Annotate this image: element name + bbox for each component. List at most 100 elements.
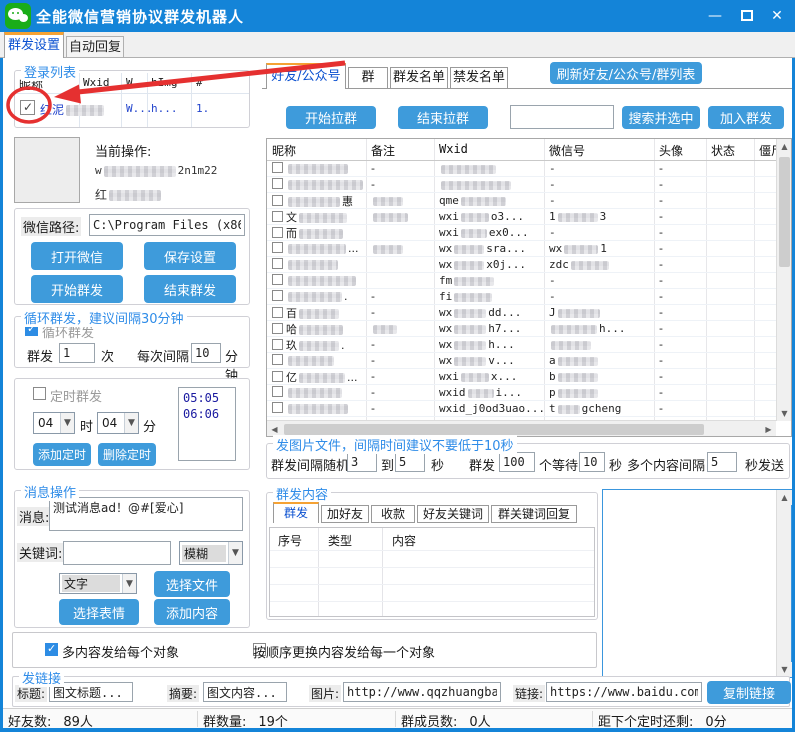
- login-col-himg: hImg: [151, 76, 178, 89]
- scroll-up-icon[interactable]: ▲: [777, 139, 792, 154]
- tab-content-group-keyword[interactable]: 群关键词回复: [491, 505, 577, 523]
- interval-min-input[interactable]: [347, 452, 377, 472]
- add-content-button[interactable]: 添加内容: [154, 599, 230, 625]
- tab-groups[interactable]: 群: [348, 67, 388, 89]
- link-url-input[interactable]: [546, 682, 702, 702]
- friend-row-checkbox[interactable]: [272, 290, 283, 301]
- open-wechat-button[interactable]: 打开微信: [31, 242, 123, 270]
- tab-auto-reply[interactable]: 自动回复: [66, 36, 124, 58]
- minute-select[interactable]: 04▼: [97, 412, 139, 434]
- message-textarea[interactable]: 测试消息ad！@#[爱心]: [49, 497, 243, 531]
- tab-content-add-friend[interactable]: 加好友: [321, 505, 369, 523]
- redacted-blur: [373, 213, 408, 222]
- tab-content-payment[interactable]: 收款: [371, 505, 415, 523]
- timer-list-item[interactable]: 06:06: [183, 406, 231, 422]
- content-col-type: 类型: [328, 532, 352, 549]
- redacted-blur: [441, 181, 511, 190]
- send-count-input[interactable]: [59, 343, 95, 363]
- choose-emoji-button[interactable]: 选择表情: [59, 599, 139, 625]
- scroll-down-icon[interactable]: ▼: [777, 406, 792, 421]
- tab-friends-official[interactable]: 好友/公众号: [266, 63, 346, 89]
- batch-count-input[interactable]: [499, 452, 535, 472]
- redacted-blur: [551, 325, 597, 334]
- vscroll-thumb[interactable]: [779, 157, 790, 267]
- start-pull-group-button[interactable]: 开始拉群: [286, 106, 376, 129]
- friend-row-checkbox[interactable]: [272, 371, 283, 382]
- friend-row-checkbox[interactable]: [272, 195, 283, 206]
- log-vscrollbar[interactable]: ▲ ▼: [776, 490, 791, 677]
- redacted-blur: [454, 357, 486, 366]
- multi-content-checkbox[interactable]: [45, 643, 58, 656]
- hour-select[interactable]: 04▼: [33, 412, 75, 434]
- status-label: 群数量:: [203, 715, 246, 730]
- refresh-lists-button[interactable]: 刷新好友/公众号/群列表: [550, 62, 702, 84]
- close-button[interactable]: ✕: [766, 6, 788, 26]
- delete-timer-button[interactable]: 删除定时: [98, 443, 156, 466]
- redacted-blur: [373, 197, 403, 206]
- content-table-row-line: [270, 567, 595, 568]
- friend-row-checkbox[interactable]: [272, 227, 283, 238]
- keyword-input[interactable]: [63, 541, 171, 565]
- log-textarea[interactable]: ▲ ▼: [602, 489, 792, 678]
- login-account-wxid: W...: [126, 102, 153, 115]
- friend-nickname-cell: [267, 274, 366, 287]
- friend-row-checkbox[interactable]: [272, 339, 283, 350]
- timer-checkbox[interactable]: [33, 387, 46, 400]
- redacted-blur: [288, 244, 346, 254]
- scroll-down-icon[interactable]: ▼: [777, 662, 792, 677]
- batch-wait-input[interactable]: [579, 452, 605, 472]
- tab-banned-list[interactable]: 禁发名单: [450, 67, 508, 89]
- minimize-button[interactable]: —: [704, 6, 726, 26]
- end-pull-group-button[interactable]: 结束拉群: [398, 106, 488, 129]
- tab-content-send[interactable]: 群发: [273, 502, 319, 523]
- friend-row-checkbox[interactable]: [272, 402, 283, 413]
- friend-table-row: wxx0j...zdc-: [267, 257, 778, 273]
- friend-row-checkbox[interactable]: [272, 386, 283, 397]
- match-mode-select[interactable]: 模糊▼: [179, 541, 243, 565]
- login-account-checkbox[interactable]: [20, 100, 35, 115]
- friend-row-checkbox[interactable]: [272, 354, 283, 365]
- friend-nickname-cell: ...: [267, 242, 366, 255]
- maximize-button[interactable]: [741, 10, 753, 21]
- timer-list-item[interactable]: 05:05: [183, 390, 231, 406]
- save-settings-button[interactable]: 保存设置: [144, 242, 236, 270]
- multi-content-input[interactable]: [707, 452, 737, 472]
- friend-wechatid-cell: -: [544, 178, 654, 191]
- choose-file-button[interactable]: 选择文件: [154, 571, 230, 597]
- add-timer-button[interactable]: 添加定时: [33, 443, 91, 466]
- tab-mass-send-settings[interactable]: 群发设置: [4, 32, 64, 58]
- scroll-right-icon[interactable]: ▶: [761, 422, 776, 437]
- friend-row-checkbox[interactable]: [272, 258, 283, 269]
- search-input[interactable]: [510, 105, 614, 129]
- timer-list[interactable]: 05:0506:06: [178, 387, 236, 461]
- friend-row-checkbox[interactable]: [272, 323, 283, 334]
- stop-mass-send-button[interactable]: 结束群发: [144, 275, 236, 303]
- interval-group-title: 发图片文件，间隔时间建议不要低于10秒: [273, 435, 517, 454]
- redacted-blur: [461, 197, 506, 206]
- status-value: 0人: [469, 715, 490, 730]
- content-table-row-line: [270, 584, 595, 585]
- friend-row-checkbox[interactable]: [272, 178, 283, 189]
- search-select-button[interactable]: 搜索并选中: [622, 106, 700, 129]
- interval-max-input[interactable]: [395, 452, 425, 472]
- wechat-path-input[interactable]: [89, 214, 245, 236]
- link-summary-input[interactable]: [203, 682, 287, 702]
- interval-input[interactable]: [191, 343, 221, 363]
- tab-content-friend-keyword[interactable]: 好友关键词: [417, 505, 489, 523]
- friend-row-checkbox[interactable]: [272, 162, 283, 173]
- friends-table-vscrollbar[interactable]: ▲ ▼: [776, 139, 792, 421]
- friend-row-checkbox[interactable]: [272, 242, 283, 253]
- scroll-up-icon[interactable]: ▲: [777, 490, 792, 505]
- friend-row-checkbox[interactable]: [272, 211, 283, 222]
- friend-wechatid-cell: wx1: [544, 242, 654, 255]
- status-value: 0分: [705, 715, 726, 730]
- join-send-button[interactable]: 加入群发: [708, 106, 784, 129]
- tab-send-list[interactable]: 群发名单: [390, 67, 448, 89]
- start-mass-send-button[interactable]: 开始群发: [31, 275, 123, 303]
- copy-link-button[interactable]: 复制链接: [707, 681, 791, 704]
- friend-row-checkbox[interactable]: [272, 274, 283, 285]
- friend-row-checkbox[interactable]: [272, 307, 283, 318]
- hscroll-thumb[interactable]: [284, 424, 704, 435]
- content-type-select[interactable]: 文字▼: [59, 573, 137, 594]
- link-image-input[interactable]: [343, 682, 501, 702]
